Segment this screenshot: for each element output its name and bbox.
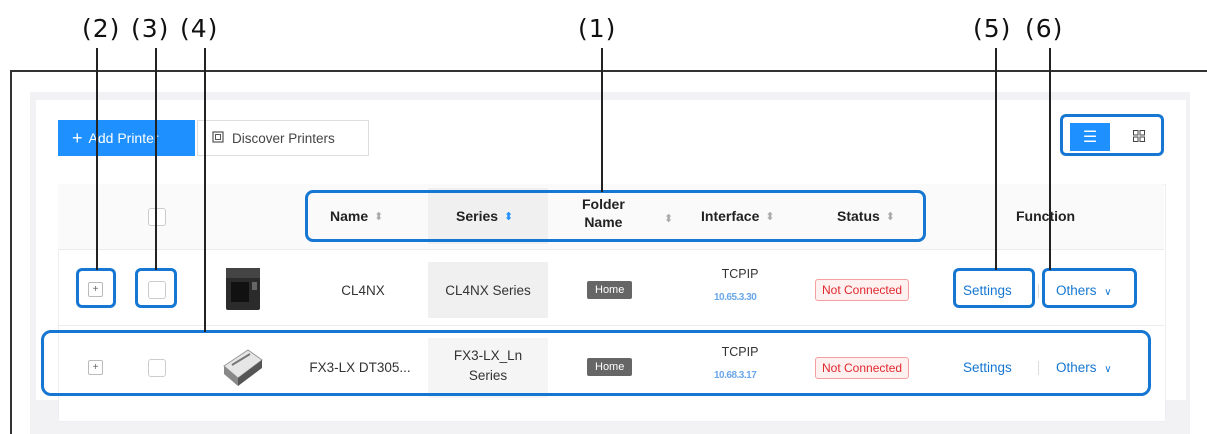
list-view-button[interactable]: ☰ [1070,123,1110,151]
add-printer-button[interactable]: + Add Printer [58,120,195,156]
callout-1-highlight [305,190,926,242]
discover-printers-label: Discover Printers [232,130,335,146]
select-all-checkbox[interactable] [148,208,166,226]
plus-icon: + [72,127,83,148]
callout-1: (1) [578,14,617,43]
col-function-header: Function [1016,208,1075,224]
add-printer-label: Add Printer [88,130,159,146]
callout-5-highlight [953,268,1035,308]
callout-3-highlight [135,268,177,308]
callout-6-leader [1049,48,1051,270]
callout-1-leader [601,48,603,192]
window-frame-left [10,70,12,434]
view-toggle: ☰ [1060,114,1164,156]
col-function-label: Function [1016,208,1076,224]
callout-3: (3) [131,14,170,43]
link-separator [1038,284,1039,298]
callout-5-leader [995,48,997,270]
discover-icon [212,130,224,146]
printer-thumbnail [222,266,266,319]
discover-printers-button[interactable]: Discover Printers [197,120,369,156]
callout-2: (2) [82,14,121,43]
callout-6: (6) [1025,14,1064,43]
callout-6-highlight [1042,268,1137,308]
callout-2-leader [96,48,98,270]
list-icon: ☰ [1082,129,1098,146]
folder-tag: Home [587,281,633,299]
printer-series: CL4NX Series [445,283,531,298]
interface-type: TCPIP [721,267,759,281]
printer-name: CL4NX [341,283,385,298]
callout-5: (5) [973,14,1012,43]
ip-address: 10.65.3.30 [714,292,757,303]
callout-2-highlight [76,268,116,308]
row-divider [58,325,1164,326]
callout-4-leader [204,48,206,332]
callout-4-highlight [41,330,1151,396]
status-badge: Not Connected [815,279,910,301]
grid-icon [1133,129,1145,146]
grid-view-button[interactable] [1119,123,1159,151]
callout-4: (4) [180,14,219,43]
header-divider [58,249,1164,250]
callout-3-leader [155,48,157,270]
window-frame-top [10,70,1207,72]
